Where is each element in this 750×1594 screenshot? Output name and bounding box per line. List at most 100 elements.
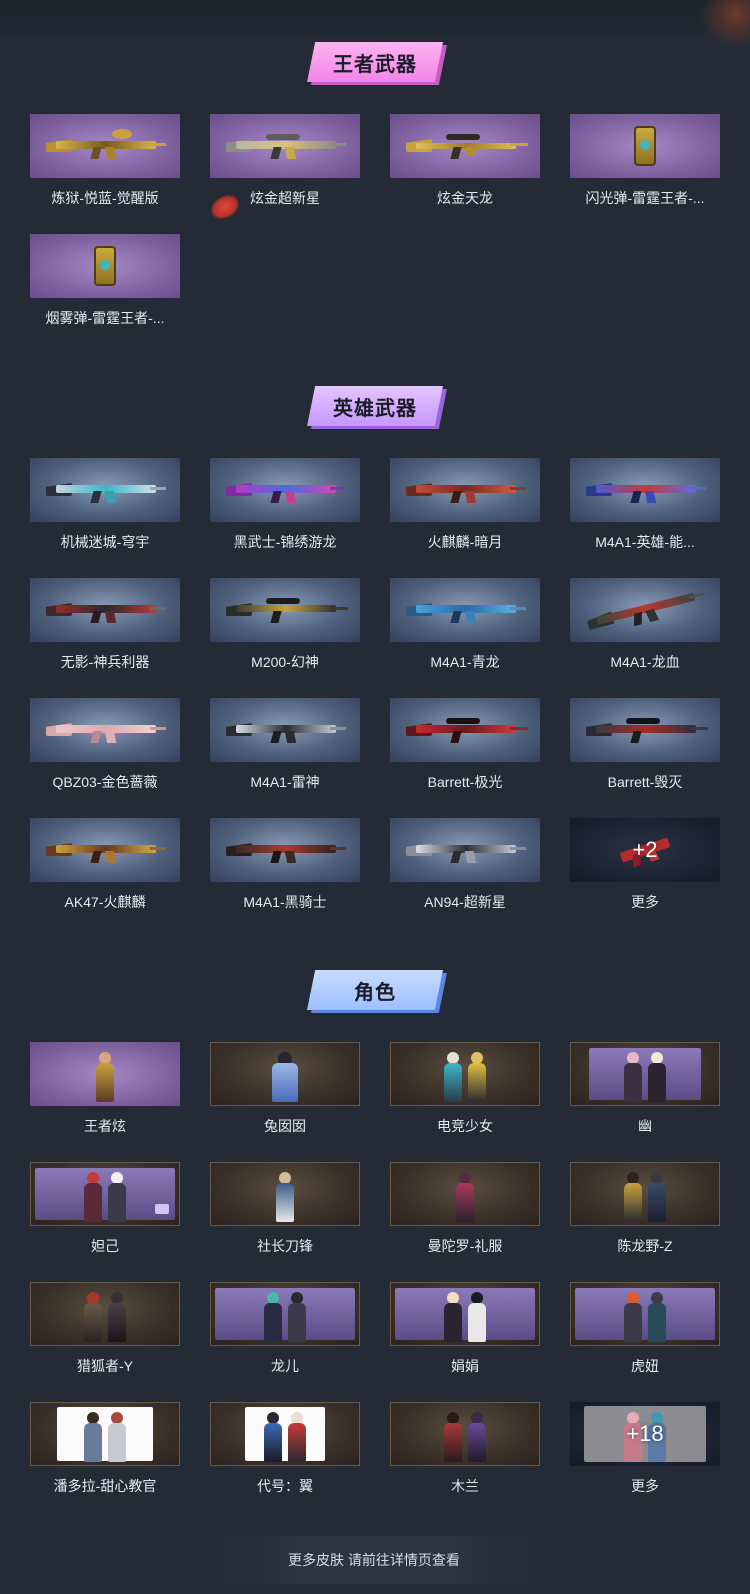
weapon-card[interactable]: AN94-超新星 [390,818,540,922]
character-name: 王者炫 [84,1118,126,1134]
character-card[interactable]: 代号：翼 [210,1402,360,1506]
more-skins-link[interactable]: 更多皮肤 请前往详情页查看 [208,1536,540,1584]
character-card[interactable]: 妲己 [30,1162,180,1266]
weapon-card[interactable]: QBZ03-金色蔷薇 [30,698,180,802]
character-name: 木兰 [451,1478,479,1494]
character-thumbnail [570,1042,720,1106]
character-thumbnail [390,1162,540,1226]
weapon-name: M4A1-青龙 [430,654,500,670]
weapon-thumbnail [30,698,180,762]
weapon-card[interactable]: 闪光弹-雷霆王者-... [570,114,720,218]
weapon-card[interactable]: 无影-神兵利器 [30,578,180,682]
character-card[interactable]: 陈龙野-Z [570,1162,720,1266]
character-figure-icon [455,1166,475,1222]
weapon-name: 炼狱-悦蓝-觉醒版 [51,190,159,206]
character-card[interactable]: 龙儿 [210,1282,360,1386]
weapon-name: Barrett-极光 [427,774,503,790]
character-thumbnail [210,1042,360,1106]
character-name: 社长刀锋 [257,1238,313,1254]
weapon-card[interactable]: 炼狱-悦蓝-觉醒版 [30,114,180,218]
gold-rifle-icon [226,133,346,159]
character-card[interactable]: 王者炫 [30,1042,180,1146]
rifle-icon [46,837,166,863]
weapon-card[interactable]: M4A1-龙血 [570,578,720,682]
character-thumbnail [570,1162,720,1226]
section-title: 角色 [354,981,396,1004]
character-figure-icon [623,1286,667,1342]
character-card[interactable]: 兔囡囡 [210,1042,360,1146]
weapon-card[interactable]: M4A1-英雄-能... [570,458,720,562]
character-figure-icon [443,1286,487,1342]
character-card[interactable]: 曼陀罗-礼服 [390,1162,540,1266]
weapon-name: 炫金超新星 [250,190,320,206]
weapon-thumbnail [570,458,720,522]
character-thumbnail [30,1042,180,1106]
section-title: 英雄武器 [333,397,417,420]
character-card[interactable]: 娟娟 [390,1282,540,1386]
character-figure-icon [83,1286,127,1342]
weapon-thumbnail [210,578,360,642]
weapon-name: 黑武士-锦绣游龙 [233,534,337,550]
section-header-hero-weapons: 英雄武器 [0,384,750,429]
character-card[interactable]: 社长刀锋 [210,1162,360,1266]
weapon-thumbnail [570,578,720,642]
character-figure-icon [95,1046,115,1102]
character-card[interactable]: 虎妞 [570,1282,720,1386]
character-name: 猎狐者-Y [77,1358,133,1374]
weapon-card[interactable]: 烟雾弹-雷霆王者-... [30,234,180,338]
character-name: 幽 [638,1118,652,1134]
weapon-thumbnail [390,114,540,178]
weapon-name: AK47-火麒麟 [64,894,146,910]
character-thumbnail [30,1402,180,1466]
character-figure-icon [623,1166,667,1222]
weapon-thumbnail [390,818,540,882]
rifle-icon [46,477,166,503]
weapon-thumbnail [30,578,180,642]
more-characters-card[interactable]: +18 更多 [570,1402,720,1506]
gold-sniper-icon [406,133,528,159]
weapon-thumbnail [390,698,540,762]
sniper-rifle-icon [586,717,708,743]
character-card[interactable]: 电竞少女 [390,1042,540,1146]
weapon-card[interactable]: Barrett-极光 [390,698,540,802]
section-banner: 王者武器 [307,42,447,85]
character-figure-icon [623,1046,667,1102]
weapon-card[interactable]: M4A1-青龙 [390,578,540,682]
character-card[interactable]: 猎狐者-Y [30,1282,180,1386]
weapon-card[interactable]: 炫金超新星 [210,114,360,218]
character-thumbnail [210,1402,360,1466]
character-thumbnail [210,1282,360,1346]
character-thumbnail [210,1162,360,1226]
weapon-card[interactable]: M200-幻神 [210,578,360,682]
character-card[interactable]: 木兰 [390,1402,540,1506]
character-figure-icon [263,1406,307,1462]
section-header-king-weapons: 王者武器 [0,40,750,85]
weapon-card[interactable]: 机械迷城-穹宇 [30,458,180,562]
character-thumbnail: +18 [570,1402,720,1466]
character-name: 龙儿 [271,1358,299,1374]
weapon-card[interactable]: 炫金天龙 [390,114,540,218]
smoke-grenade-icon [94,246,116,286]
weapon-card[interactable]: AK47-火麒麟 [30,818,180,922]
weapon-card[interactable]: Barrett-毁灭 [570,698,720,802]
character-card[interactable]: 幽 [570,1042,720,1146]
section-header-characters: 角色 [0,968,750,1013]
character-thumbnail [390,1042,540,1106]
weapon-card[interactable]: 黑武士-锦绣游龙 [210,458,360,562]
rifle-icon [46,717,166,743]
edition-badge-icon [155,1204,169,1214]
weapon-card[interactable]: 火麒麟-暗月 [390,458,540,562]
rifle-icon [406,597,526,623]
more-count: +2 [632,837,658,862]
character-card[interactable]: 潘多拉-甜心教官 [30,1402,180,1506]
character-figure-icon [83,1406,127,1462]
more-weapons-card[interactable]: +2 更多 [570,818,720,922]
weapon-thumbnail [390,458,540,522]
character-thumbnail [30,1162,180,1226]
weapon-card[interactable]: M4A1-黑骑士 [210,818,360,922]
rifle-icon [226,837,346,863]
character-name: 兔囡囡 [264,1118,306,1134]
character-thumbnail [390,1282,540,1346]
weapon-thumbnail [30,114,180,178]
weapon-card[interactable]: M4A1-雷神 [210,698,360,802]
